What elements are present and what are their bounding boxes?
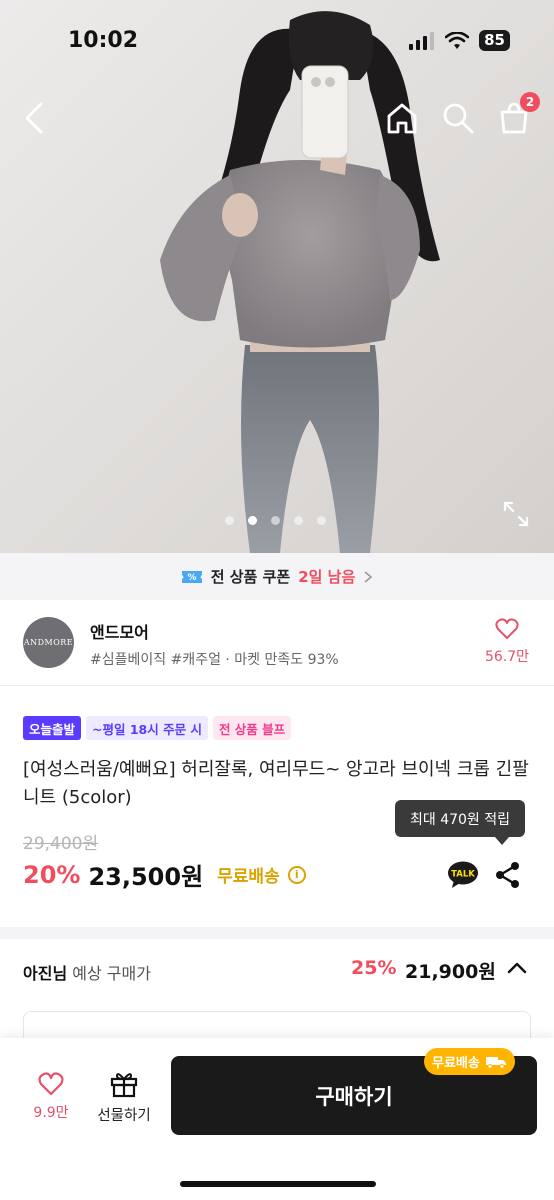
wifi-icon (445, 31, 470, 49)
free-shipping-label: 무료배송 (217, 867, 280, 887)
expected-price-text: 예상 구매가 (67, 964, 151, 983)
share-icon[interactable] (494, 860, 522, 890)
coupon-text: 전 상품 쿠폰 (210, 568, 291, 586)
expected-price-value: 21,900원 (405, 961, 496, 983)
carousel-dot[interactable] (294, 516, 303, 525)
home-button[interactable] (382, 98, 422, 138)
sale-badge: 전 상품 블프 (212, 716, 292, 740)
info-icon[interactable]: i (287, 865, 306, 884)
like-button[interactable]: 9.9만 (27, 1072, 75, 1122)
svg-text:%: % (187, 573, 196, 583)
search-icon (443, 103, 474, 134)
product-photo (0, 0, 554, 553)
like-count: 9.9만 (33, 1105, 69, 1121)
search-button[interactable] (438, 98, 478, 138)
status-icons: 85 (409, 30, 510, 51)
signal-icon (409, 31, 435, 50)
kakao-talk-button[interactable]: TALK (447, 860, 479, 890)
coupon-days-left: 2일 남음 (298, 568, 356, 586)
discount-rate: 20% (23, 860, 81, 889)
back-button[interactable] (14, 98, 54, 138)
status-time: 10:02 (68, 28, 139, 53)
carousel-dot[interactable] (271, 516, 280, 525)
store-name[interactable]: 앤드모어 (90, 619, 149, 643)
expected-price-label: 아진님 예상 구매가 (23, 960, 151, 984)
points-tooltip: 최대 470원 적립 (395, 800, 525, 845)
cutoff-badge: ~평일 18시 주문 시 (86, 716, 208, 740)
today-ship-badge: 오늘출발 (23, 716, 82, 740)
gift-label: 선물하기 (97, 1108, 151, 1124)
chevron-up-icon (507, 962, 527, 974)
home-icon (387, 103, 417, 134)
heart-icon (38, 1072, 64, 1096)
expected-discount: 25% (351, 957, 397, 979)
heart-icon (495, 618, 519, 639)
section-divider (0, 927, 554, 939)
chevron-right-icon (364, 570, 373, 583)
price-row: 20% 23,500원 무료배송 i (23, 857, 306, 892)
gift-icon (110, 1073, 138, 1098)
gift-button[interactable]: 선물하기 (92, 1070, 156, 1125)
carousel-dot[interactable] (317, 516, 326, 525)
cart-count-badge: 2 (520, 92, 540, 112)
chevron-left-icon (25, 102, 43, 134)
store-info[interactable]: ANDMORE 앤드모어 #심플베이직 #캐주얼 · 마켓 만족도 93% 56… (0, 600, 554, 686)
battery-indicator: 85 (479, 30, 510, 51)
free-shipping-tag-label: 무료배송 (432, 1056, 480, 1071)
product-image-carousel[interactable]: 10:02 85 2 (0, 0, 554, 553)
talk-label: TALK (451, 870, 475, 880)
store-like-count: 56.7만 (484, 649, 530, 665)
store-logo[interactable]: ANDMORE (23, 617, 74, 668)
product-badges: 오늘출발 ~평일 18시 주문 시 전 상품 블프 (23, 716, 292, 740)
free-shipping-tag: 무료배송 (424, 1048, 515, 1075)
cart-button[interactable]: 2 (494, 92, 540, 138)
store-tags: #심플베이직 #캐주얼 · 마켓 만족도 93% (90, 652, 339, 668)
expected-price-toggle[interactable]: 아진님 예상 구매가 25% 21,900원 (0, 939, 554, 1003)
fullscreen-icon[interactable] (502, 500, 530, 528)
carousel-dot-active[interactable] (248, 516, 257, 525)
original-price: 29,400원 (23, 834, 99, 854)
coupon-icon: % (181, 570, 202, 583)
carousel-dots (225, 516, 326, 525)
user-name: 아진님 (23, 964, 68, 983)
coupon-banner[interactable]: % 전 상품 쿠폰 2일 남음 (0, 553, 554, 600)
status-bar: 10:02 85 (0, 0, 554, 80)
truck-icon (485, 1056, 506, 1069)
store-like-button[interactable]: 56.7만 (482, 618, 532, 666)
sale-price: 23,500원 (88, 863, 204, 891)
carousel-dot[interactable] (225, 516, 234, 525)
home-indicator (180, 1181, 376, 1187)
